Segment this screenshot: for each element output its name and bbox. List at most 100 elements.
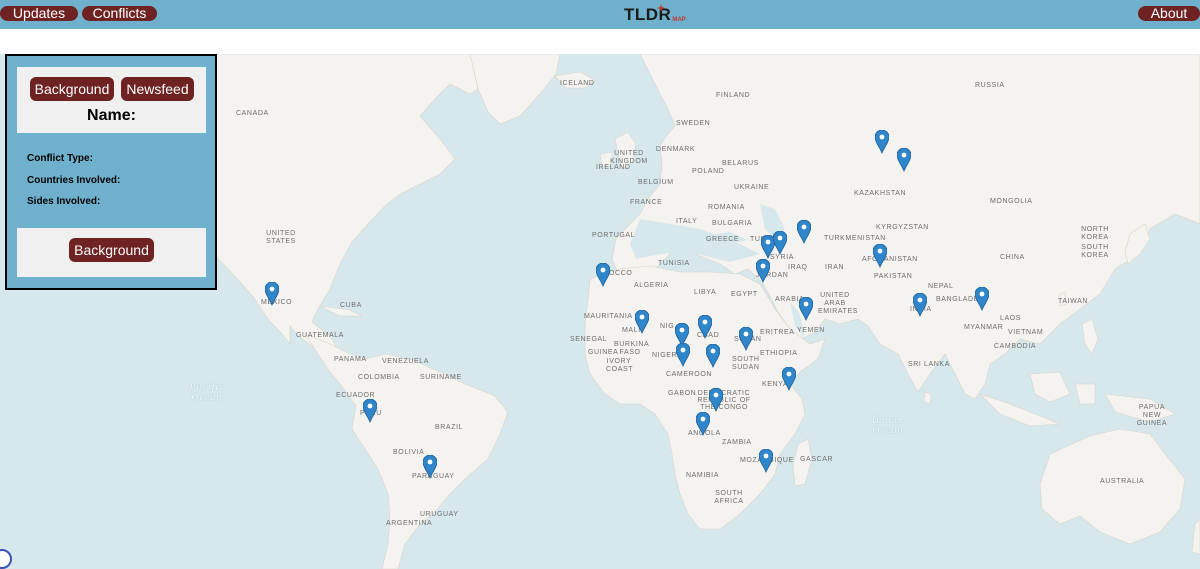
conflict-marker-icon[interactable] (739, 327, 753, 351)
conflict-marker-icon[interactable] (913, 293, 927, 317)
panel-header: Background Newsfeed Name: (17, 67, 206, 133)
label-belgium: BELGIUM (638, 179, 674, 186)
label-iraq: IRAQ (788, 264, 808, 271)
label-guatemala: GUATEMALA (296, 332, 345, 339)
label-iceland: ICELAND (560, 80, 595, 87)
label-greece: GREECE (706, 236, 740, 243)
label-bangladesh: BANGLADE (936, 296, 979, 303)
label-ivory-coast: IVORY COAST (606, 358, 634, 373)
conflicts-button[interactable]: Conflicts (82, 6, 157, 21)
conflict-marker-icon[interactable] (773, 231, 787, 255)
label-colombia: COLOMBIA (358, 374, 400, 381)
logo-burst-icon (657, 4, 665, 12)
conflict-info-panel: Background Newsfeed Name: Conflict Type:… (5, 54, 217, 290)
label-pacific-ocean: Pacific Ocean (189, 382, 225, 403)
about-button[interactable]: About (1138, 6, 1200, 21)
label-sweden: SWEDEN (676, 120, 711, 127)
label-papua-new-guinea: PAPUA NEW GUINEA (1136, 404, 1168, 427)
label-cuba: CUBA (340, 302, 362, 309)
label-morocco: OCCO (609, 270, 633, 277)
label-cambodia: CAMBODIA (994, 343, 1037, 350)
label-taiwan: TAIWAN (1058, 298, 1089, 305)
label-south-africa: SOUTH AFRICA (714, 490, 744, 505)
label-afghanistan: AFGHANISTAN (862, 256, 918, 263)
label-myanmar: MYANMAR (964, 324, 1004, 331)
label-niger: NIG (660, 323, 675, 330)
label-mongolia: MONGOLIA (990, 198, 1033, 205)
label-belarus: BELARUS (722, 160, 759, 167)
conflict-marker-icon[interactable] (635, 310, 649, 334)
conflict-marker-icon[interactable] (698, 315, 712, 339)
label-canada: CANADA (236, 110, 269, 117)
label-brazil: BRAZIL (435, 424, 464, 431)
label-kazakhstan: KAZAKHSTAN (854, 190, 907, 197)
label-argentina: ARGENTINA (386, 520, 433, 527)
label-italy: ITALY (676, 218, 698, 225)
label-guinea: GUINEA (588, 349, 619, 356)
countries-involved-label: Countries Involved: (27, 175, 121, 186)
label-indian-ocean: Indian Ocean (871, 415, 905, 436)
label-australia: AUSTRALIA (1100, 478, 1145, 485)
label-china: CHINA (1000, 254, 1025, 261)
label-yemen: YEMEN (797, 327, 825, 334)
label-kyrgyzstan: KYRGYZSTAN (876, 224, 929, 231)
label-denmark: DENMARK (656, 146, 696, 153)
label-south-korea: SOUTH KOREA (1081, 244, 1109, 259)
label-nepal: NEPAL (928, 283, 954, 290)
label-ukraine: UKRAINE (734, 184, 770, 191)
label-laos: LAOS (1000, 315, 1022, 322)
label-venezuela: VENEZUELA (382, 358, 430, 365)
label-poland: POLAND (692, 168, 725, 175)
conflict-type-label: Conflict Type: (27, 153, 93, 164)
label-madagascar: GASCAR (800, 456, 834, 463)
conflict-marker-icon[interactable] (975, 287, 989, 311)
conflict-marker-icon[interactable] (759, 449, 773, 473)
conflict-marker-icon[interactable] (676, 343, 690, 367)
label-zambia: ZAMBIA (722, 439, 752, 446)
label-algeria: ALGERIA (634, 282, 669, 289)
conflict-marker-icon[interactable] (782, 367, 796, 391)
conflict-marker-icon[interactable] (897, 148, 911, 172)
label-drc: DEMOCRATIC REPUBLIC OF THE CONGO (697, 390, 751, 411)
sides-involved-label: Sides Involved: (27, 196, 101, 207)
label-turkmenistan: TURKMENISTAN (824, 235, 886, 242)
label-uae: UNITED ARAB EMIRATES (818, 292, 859, 315)
conflict-marker-icon[interactable] (875, 130, 889, 154)
label-uruguay: URUGUAY (420, 511, 459, 518)
label-burkina-faso: BURKINA FASO (614, 341, 650, 356)
label-sri-lanka: SRI LANKA (908, 361, 950, 368)
label-gabon: GABON (668, 390, 697, 397)
background-button[interactable]: Background (69, 238, 154, 262)
label-finland: FINLAND (716, 92, 751, 99)
conflict-marker-icon[interactable] (799, 297, 813, 321)
conflict-marker-icon[interactable] (706, 344, 720, 368)
label-egypt: EGYPT (731, 291, 758, 298)
conflict-marker-icon[interactable] (363, 399, 377, 423)
conflict-marker-icon[interactable] (596, 263, 610, 287)
label-namibia: NAMIBIA (686, 472, 719, 479)
label-ethiopia: ETHIOPIA (760, 350, 798, 357)
updates-button[interactable]: Updates (0, 6, 78, 21)
label-south-sudan: SOUTH SUDAN (732, 356, 760, 371)
background-tab-button[interactable]: Background (30, 77, 114, 101)
conflict-marker-icon[interactable] (756, 259, 770, 283)
conflict-marker-icon[interactable] (873, 244, 887, 268)
conflict-marker-icon[interactable] (709, 388, 723, 412)
label-ireland: IRELAND (596, 164, 631, 171)
label-france: FRANCE (630, 199, 663, 206)
label-mauritania: MAURITANIA (584, 313, 633, 320)
conflict-marker-icon[interactable] (696, 412, 710, 436)
conflict-marker-icon[interactable] (265, 282, 279, 306)
label-bolivia: BOLIVIA (393, 449, 425, 456)
label-united-states: UNITED STATES (266, 230, 296, 245)
label-vietnam: VIETNAM (1008, 329, 1044, 336)
newsfeed-tab-button[interactable]: Newsfeed (121, 77, 194, 101)
label-russia: RUSSIA (975, 82, 1005, 89)
conflict-marker-icon[interactable] (797, 220, 811, 244)
tldr-map-logo[interactable]: TLDR MAP (624, 3, 686, 25)
conflict-marker-icon[interactable] (423, 455, 437, 479)
top-navbar: Updates Conflicts TLDR MAP About (0, 0, 1200, 29)
logo-subtext: MAP (672, 17, 686, 23)
label-pakistan: PAKISTAN (874, 273, 913, 280)
label-panama: PANAMA (334, 356, 367, 363)
